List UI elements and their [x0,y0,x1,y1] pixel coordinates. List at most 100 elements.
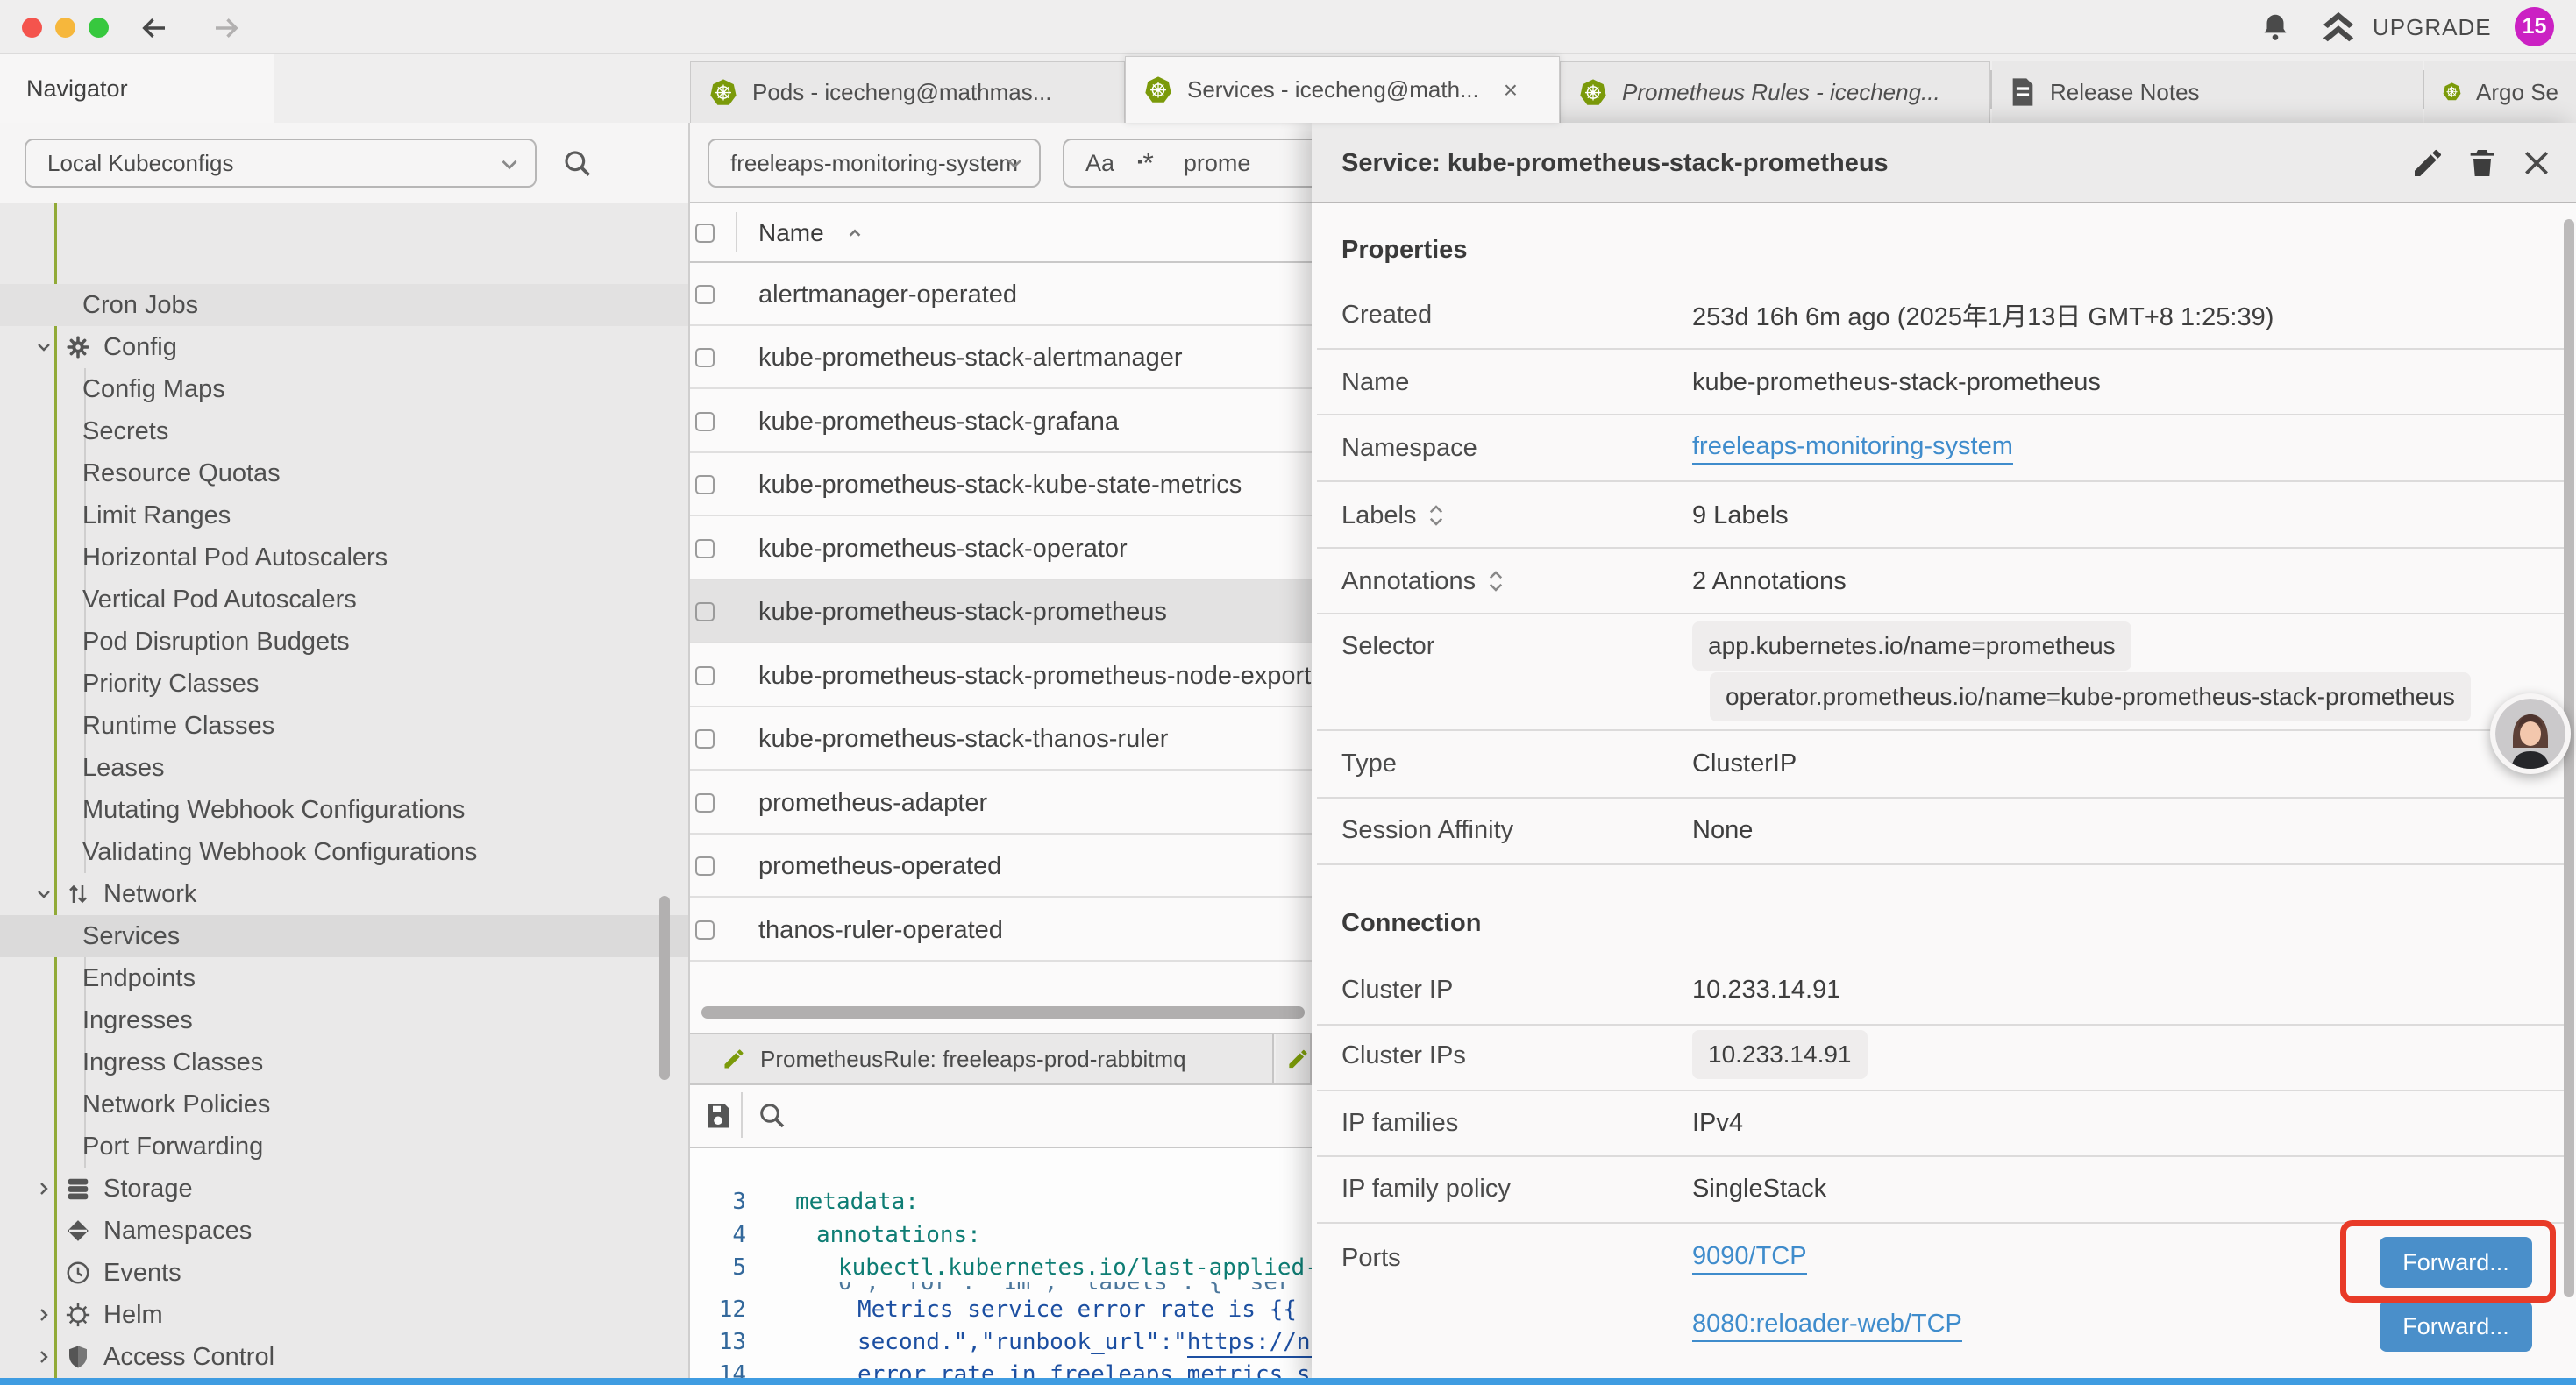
sidebar-item-config-maps[interactable]: Config Maps [0,368,688,410]
edit-pencil-icon [1286,1047,1310,1071]
tab-prometheus-rules[interactable]: Prometheus Rules - icecheng... [1560,61,1990,123]
namespace-select[interactable]: freeleaps-monitoring-system [708,138,1041,188]
forward-icon[interactable] [210,12,242,44]
detail-scrollbar[interactable] [2564,219,2574,1297]
sidebar-item-namespaces[interactable]: Namespaces [0,1210,688,1252]
labels-label[interactable]: Labels [1341,498,1446,533]
chevron-down-icon[interactable] [33,884,54,905]
annotations-label[interactable]: Annotations [1341,564,1505,599]
upgrade-chevrons-icon[interactable] [2318,9,2359,46]
table-row[interactable]: kube-prometheus-stack-thanos-ruler [690,707,1312,771]
sidebar-item-port-forwarding[interactable]: Port Forwarding [0,1126,688,1168]
sidebar-item-leases[interactable]: Leases [0,747,688,789]
row-checkbox[interactable] [695,729,715,749]
sidebar-item-pod-disruption-budgets[interactable]: Pod Disruption Budgets [0,621,688,663]
sidebar-group-access-control[interactable]: Access Control [0,1336,688,1378]
user-avatar[interactable] [2490,693,2571,774]
yaml-editor[interactable]: 3 metadata: 4 annotations: 5 kubectl.kub… [690,1147,1312,1385]
tab-pods[interactable]: Pods - icecheng@mathmas... [690,61,1125,123]
sidebar-item-secrets[interactable]: Secrets [0,410,688,452]
sidebar-item-validating-webhook-configurations[interactable]: Validating Webhook Configurations [0,831,688,873]
sidebar-group-config[interactable]: Config [0,326,688,368]
chevron-right-icon[interactable] [33,1346,54,1367]
tab-services[interactable]: Services - icecheng@math... × [1125,56,1560,123]
navigator-panel-tab[interactable]: Navigator [0,54,274,123]
match-case-toggle[interactable]: Aa [1085,150,1114,177]
maximize-window-button[interactable] [89,18,109,38]
tab-release-notes[interactable]: Release Notes [1992,61,2423,123]
sidebar-item-network-policies[interactable]: Network Policies [0,1083,688,1126]
row-checkbox[interactable] [695,856,715,876]
upgrade-label[interactable]: UPGRADE [2373,0,2492,54]
search-icon[interactable] [561,147,594,181]
forward-button-8080[interactable]: Forward... [2380,1301,2532,1352]
row-checkbox[interactable] [695,285,715,304]
sidebar-item-mutating-webhook-configurations[interactable]: Mutating Webhook Configurations [0,789,688,831]
sidebar-group-network[interactable]: Network [0,873,688,915]
row-checkbox[interactable] [695,920,715,940]
row-checkbox[interactable] [695,348,715,367]
tab-bar: Navigator Pods - icecheng@mathmas... Ser… [0,54,2576,123]
editor-tab-next[interactable] [1276,1034,1312,1083]
sidebar-item-priority-classes[interactable]: Priority Classes [0,663,688,705]
table-row[interactable]: kube-prometheus-stack-operator [690,517,1312,580]
regex-toggle[interactable]: ▪* [1137,146,1154,180]
tab-close-icon[interactable]: × [1504,76,1518,104]
row-checkbox[interactable] [695,666,715,685]
sidebar-item-limit-ranges[interactable]: Limit Ranges [0,494,688,536]
sidebar-item-vertical-pod-autoscalers[interactable]: Vertical Pod Autoscalers [0,579,688,621]
close-icon[interactable] [2519,146,2554,181]
select-all-checkbox[interactable] [695,224,715,243]
search-icon[interactable] [757,1100,788,1132]
sidebar-item-ingress-classes[interactable]: Ingress Classes [0,1041,688,1083]
code-line: Metrics service error rate is {{ $value [857,1296,1312,1323]
row-checkbox[interactable] [695,602,715,621]
back-icon[interactable] [139,12,170,44]
row-checkbox[interactable] [695,475,715,494]
sidebar-item-events[interactable]: Events [0,1252,688,1294]
sidebar-item-resource-quotas[interactable]: Resource Quotas [0,452,688,494]
sidebar-item-horizontal-pod-autoscalers[interactable]: Horizontal Pod Autoscalers [0,536,688,579]
table-row[interactable]: kube-prometheus-stack-kube-state-metrics [690,453,1312,516]
edit-pencil-icon[interactable] [2410,146,2445,181]
sidebar-group-helm[interactable]: Helm [0,1294,688,1336]
sidebar-scrollbar[interactable] [659,896,670,1080]
sidebar-group-storage[interactable]: Storage [0,1168,688,1210]
notification-bell-icon[interactable] [2259,11,2292,44]
sidebar-item-cron-jobs[interactable]: Cron Jobs [0,284,688,326]
save-icon[interactable] [702,1100,734,1132]
horizontal-scrollbar[interactable] [701,1006,1305,1019]
filter-search-box[interactable]: Aa ▪* prome [1063,138,1312,188]
table-row[interactable]: alertmanager-operated [690,263,1312,326]
chevron-down-icon[interactable] [33,337,54,358]
kubeconfig-select[interactable]: Local Kubeconfigs [25,138,537,188]
profile-badge[interactable]: 15 [2515,7,2554,46]
table-row[interactable]: thanos-ruler-operated [690,898,1312,962]
storage-stack-icon [65,1175,91,1202]
sidebar-item-endpoints[interactable]: Endpoints [0,957,688,999]
table-row[interactable]: kube-prometheus-stack-grafana [690,390,1312,453]
table-row[interactable]: prometheus-operated [690,835,1312,898]
sidebar-item-ingresses[interactable]: Ingresses [0,999,688,1041]
code-url-link[interactable]: https://net [1187,1329,1312,1358]
table-header: Name [690,203,1312,263]
delete-trash-icon[interactable] [2465,146,2500,181]
table-row[interactable]: kube-prometheus-stack-alertmanager [690,326,1312,389]
row-checkbox[interactable] [695,412,715,431]
chevron-right-icon[interactable] [33,1304,54,1325]
tab-argo[interactable]: Argo Se [2424,61,2576,123]
minimize-window-button[interactable] [55,18,75,38]
chevron-right-icon[interactable] [33,1178,54,1199]
row-checkbox[interactable] [695,793,715,813]
kubernetes-icon [1578,78,1608,108]
close-window-button[interactable] [22,18,42,38]
editor-tab-prometheusrule[interactable]: PrometheusRule: freeleaps-prod-rabbitmq [690,1034,1274,1083]
table-row[interactable]: kube-prometheus-stack-prometheus-node-ex… [690,644,1312,707]
search-query[interactable]: prome [1184,150,1251,177]
table-row-selected[interactable]: kube-prometheus-stack-prometheus [690,580,1312,643]
sidebar-item-runtime-classes[interactable]: Runtime Classes [0,705,688,747]
sidebar-item-services[interactable]: Services [0,915,688,957]
name-column-header[interactable]: Name [758,203,866,263]
row-checkbox[interactable] [695,539,715,558]
table-row[interactable]: prometheus-adapter [690,771,1312,835]
